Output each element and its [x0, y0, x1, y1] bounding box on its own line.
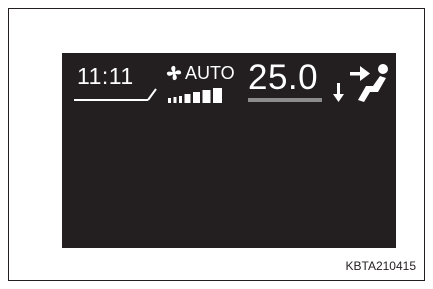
clock: 11:11 — [77, 63, 134, 89]
figure-code: KBTA210415 — [345, 259, 417, 273]
fan-icon — [166, 65, 182, 81]
fan-speed-step — [213, 88, 222, 103]
fan-speed-step — [179, 96, 182, 103]
temperature-underline — [248, 98, 322, 102]
fan-speed-step — [173, 97, 177, 103]
fan-speed-step — [193, 92, 200, 103]
fan-speed-step — [202, 90, 211, 103]
temperature-readout: 25.0 — [248, 58, 319, 97]
airflow-face-down-icon — [333, 64, 388, 102]
figure-frame: 11:11 AUTO 25.0 KBTA210415 — [8, 8, 425, 281]
fan-speed-step — [168, 98, 171, 103]
fan-speed-step — [184, 94, 191, 103]
fan-speed-indicator — [168, 88, 222, 103]
clock-underline — [74, 88, 157, 101]
climate-display: 11:11 AUTO 25.0 — [62, 53, 396, 248]
mode-label: AUTO — [185, 63, 235, 83]
